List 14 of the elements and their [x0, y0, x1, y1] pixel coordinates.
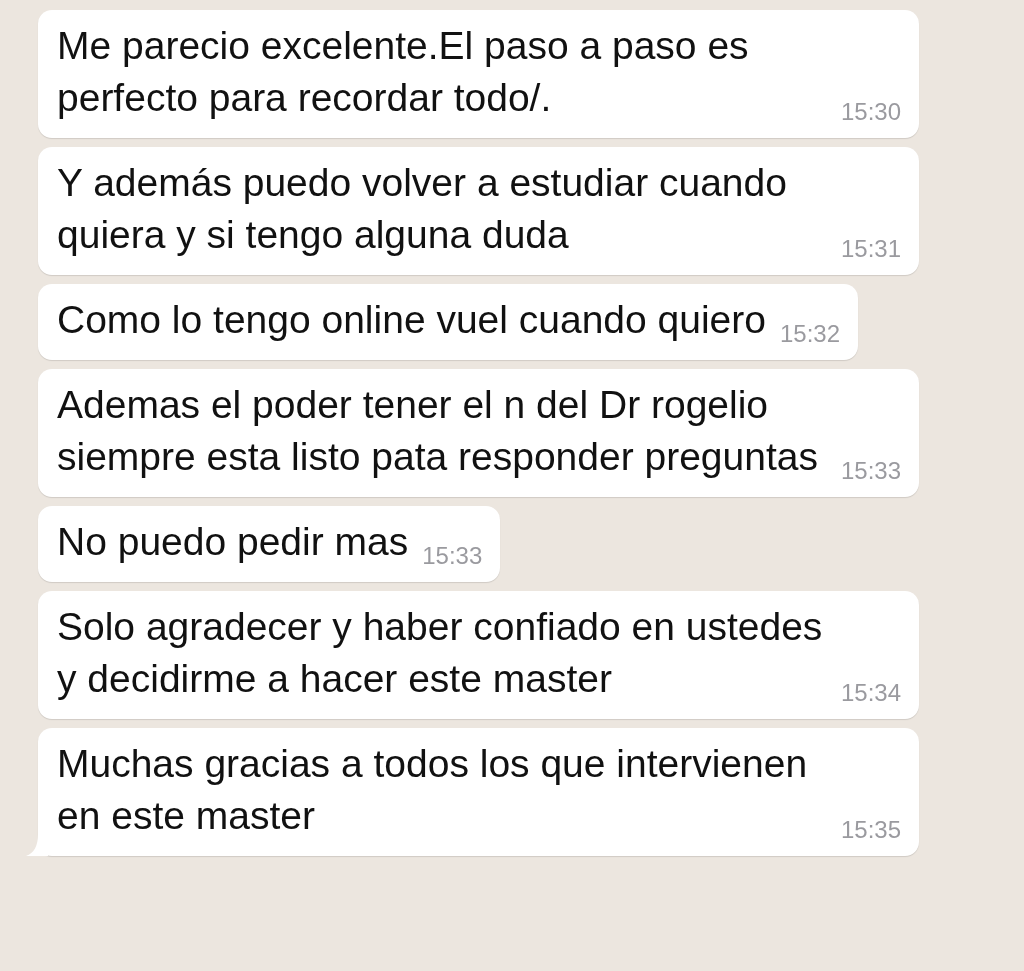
message-text: Y además puedo volver a estudiar cuando quiera y si tengo alguna duda	[57, 160, 788, 258]
message-text: No puedo pedir mas	[57, 519, 409, 565]
message-time: 15:30	[841, 98, 902, 126]
message-time: 15:34	[841, 679, 902, 707]
message-text: Me parecio excelente.El paso a paso es perfecto para recordar todo/.	[57, 23, 750, 121]
message-time: 15:32	[780, 320, 841, 348]
message-text: Ademas el poder tener el n del Dr rogelio siempre esta listo pata responder preguntas	[57, 382, 819, 480]
message-time: 15:33	[841, 457, 902, 485]
message-text: Solo agradecer y haber confiado en ustedes y decidirme a hacer este master	[57, 604, 824, 702]
message-text: Muchas gracias a todos los que intervienen en este master	[57, 741, 809, 839]
message-time: 15:33	[422, 542, 483, 570]
message-text: Como lo tengo online vuel cuando quiero	[57, 297, 766, 343]
message-time: 15:31	[841, 235, 902, 263]
message-time: 15:35	[841, 816, 902, 844]
